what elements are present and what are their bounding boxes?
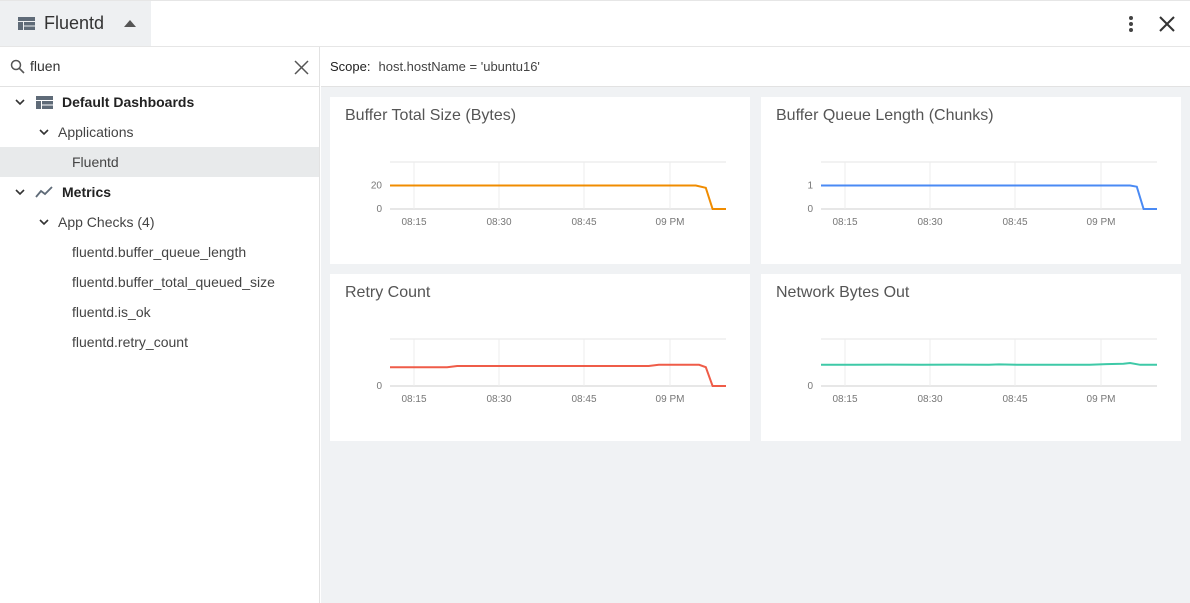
tree-item-label: fluentd.buffer_queue_length [72, 244, 247, 260]
tree-item-fluentd[interactable]: Fluentd [0, 147, 319, 177]
x-tick-label: 08:30 [486, 217, 511, 228]
y-tick-label: 0 [807, 381, 813, 392]
tree-item-default-dashboards[interactable]: Default Dashboards [0, 87, 319, 117]
tree-item-label: fluentd.retry_count [72, 334, 188, 350]
chart-panel-buffer-total-size[interactable]: Buffer Total Size (Bytes) 08:15 08:30 08:4… [330, 97, 750, 264]
tree-item-label: fluentd.is_ok [72, 304, 151, 320]
x-tick-label: 09 PM [1087, 217, 1116, 228]
chart-panel-buffer-queue-length[interactable]: Buffer Queue Length (Chunks) 08:15 08:30 0… [761, 97, 1181, 264]
tree-item-label: Applications [58, 124, 134, 140]
x-tick-label: 08:15 [832, 217, 857, 228]
clear-search-icon[interactable] [294, 60, 309, 75]
chevron-down-icon[interactable] [39, 127, 49, 137]
x-tick-label: 09 PM [656, 217, 685, 228]
dashboard-main: Scope: host.hostName = 'ubuntu16' Buffer… [321, 47, 1190, 603]
tree-item-label: Default Dashboards [62, 94, 195, 110]
tree-item-check[interactable]: fluentd.buffer_total_queued_size [0, 267, 319, 297]
tree-item-check[interactable]: fluentd.retry_count [0, 327, 319, 357]
x-tick-label: 08:45 [1002, 217, 1027, 228]
x-tick-label: 08:30 [917, 394, 942, 405]
x-tick-label: 08:30 [486, 394, 511, 405]
dashboard-title-tab[interactable]: Fluentd [0, 1, 151, 46]
x-tick-label: 08:15 [401, 217, 426, 228]
dashboard-icon [18, 17, 35, 30]
x-tick-label: 09 PM [656, 394, 685, 405]
tree-item-check[interactable]: fluentd.is_ok [0, 297, 319, 327]
x-tick-label: 08:45 [1002, 394, 1027, 405]
chevron-down-icon[interactable] [15, 97, 25, 107]
x-tick-label: 09 PM [1087, 394, 1116, 405]
sidebar: Default Dashboards Applications Fluentd … [0, 47, 320, 603]
search-bar [0, 47, 319, 87]
tree-item-label: Metrics [62, 184, 112, 200]
x-tick-label: 08:30 [917, 217, 942, 228]
chart-retry-count: 08:15 08:30 08:45 09 PM 0 [376, 338, 726, 405]
search-icon [10, 59, 25, 74]
caret-up-icon[interactable] [124, 20, 137, 27]
scope-value: host.hostName = 'ubuntu16' [378, 59, 540, 74]
x-tick-label: 08:15 [401, 394, 426, 405]
x-tick-label: 08:15 [832, 394, 857, 405]
close-icon[interactable] [1158, 15, 1176, 33]
tree-item-label: Fluentd [72, 154, 119, 170]
x-tick-label: 08:45 [571, 394, 596, 405]
metrics-chart-icon [35, 186, 53, 198]
tree-item-check[interactable]: fluentd.buffer_queue_length [0, 237, 319, 267]
tree-item-metrics[interactable]: Metrics [0, 177, 319, 207]
tree-item-label: fluentd.buffer_total_queued_size [72, 274, 275, 290]
scope-bar[interactable]: Scope: host.hostName = 'ubuntu16' [321, 47, 1190, 87]
series-line [821, 361, 1157, 366]
chevron-down-icon[interactable] [15, 187, 25, 197]
tree-item-label: App Checks (4) [58, 214, 155, 230]
series-line [390, 184, 726, 210]
y-tick-label: 0 [807, 204, 813, 215]
y-tick-label: 1 [807, 181, 813, 192]
top-bar: Fluentd [0, 0, 1190, 47]
dashboard-icon [36, 96, 53, 109]
y-tick-label: 20 [371, 181, 383, 192]
tree-item-applications[interactable]: Applications [0, 117, 319, 147]
chevron-down-icon[interactable] [39, 217, 49, 227]
chart-network-bytes-out: 08:15 08:30 08:45 09 PM 0 [807, 338, 1157, 405]
scope-label: Scope: [330, 59, 371, 74]
series-line [821, 184, 1157, 210]
chart-buffer-total-size: 08:15 08:30 08:45 09 PM 0 20 [371, 161, 726, 228]
more-options-icon[interactable] [1122, 13, 1140, 35]
chart-panel-network-bytes-out[interactable]: Network Bytes Out 08:15 08:30 08:45 09 PM 0 [761, 274, 1181, 441]
x-tick-label: 08:45 [571, 217, 596, 228]
chart-buffer-queue-length: 08:15 08:30 08:45 09 PM 0 1 [807, 161, 1157, 228]
tree-item-app-checks[interactable]: App Checks (4) [0, 207, 319, 237]
series-line [390, 363, 726, 387]
y-tick-label: 0 [376, 381, 382, 392]
search-input[interactable] [30, 55, 280, 77]
chart-panel-retry-count[interactable]: Retry Count 08:15 08:30 08:45 09 PM 0 [330, 274, 750, 441]
y-tick-label: 0 [376, 204, 382, 215]
dashboard-title: Fluentd [44, 13, 105, 33]
